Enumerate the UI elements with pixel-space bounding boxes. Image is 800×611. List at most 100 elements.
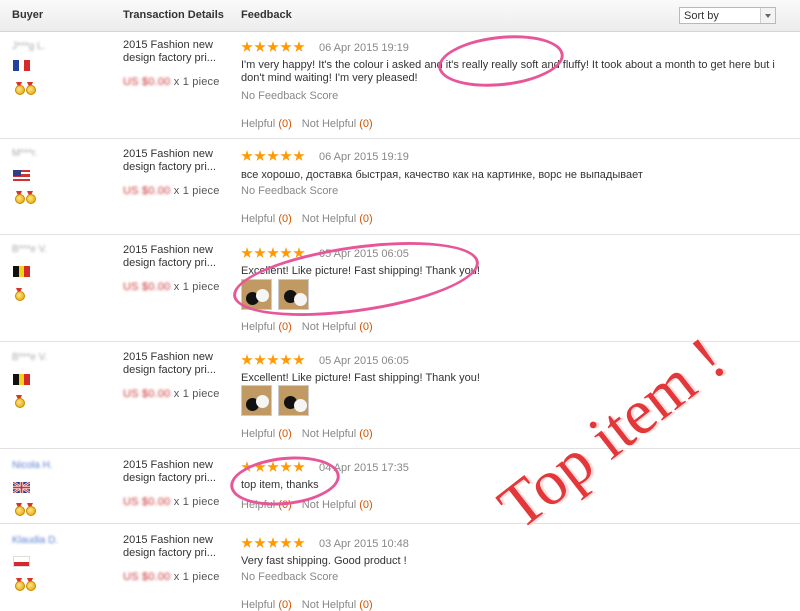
- rating-stars: [241, 41, 305, 53]
- no-feedback-score: No Feedback Score: [241, 185, 339, 197]
- feedback-photo[interactable]: [278, 385, 309, 416]
- feedback-date: 04 Apr 2015 17:35: [319, 462, 409, 474]
- chevron-down-icon[interactable]: [760, 8, 775, 23]
- sort-by-select[interactable]: Sort by: [679, 7, 776, 24]
- not-helpful-link[interactable]: Not Helpful: [302, 499, 356, 511]
- helpful-link[interactable]: Helpful: [241, 428, 275, 440]
- feedback-text: Excellent! Like picture! Fast shipping! …: [241, 265, 480, 277]
- star-icon: [267, 354, 279, 365]
- feedback-column-header: Feedback: [241, 9, 292, 21]
- helpful-link[interactable]: Helpful: [241, 499, 275, 511]
- product-link[interactable]: 2015 Fashion new design factory pri...: [123, 148, 223, 174]
- belgium-flag-icon: [13, 266, 30, 277]
- star-icon: [254, 150, 266, 161]
- helpful-votes: Helpful (0) Not Helpful (0): [241, 118, 373, 130]
- feedback-photo[interactable]: [278, 279, 309, 310]
- rating-stars: [241, 461, 305, 473]
- buyer-medals: [14, 578, 36, 591]
- star-icon: [241, 461, 253, 472]
- star-icon: [241, 247, 253, 258]
- helpful-votes: Helpful (0) Not Helpful (0): [241, 599, 373, 611]
- buyer-name[interactable]: Nicola H.: [12, 460, 53, 471]
- medal-icon: [14, 288, 25, 301]
- buyer-name: B***e V.: [12, 352, 48, 363]
- buyer-column-header: Buyer: [12, 9, 44, 21]
- poland-flag-icon: [13, 556, 30, 567]
- uk-flag-icon: [13, 482, 30, 493]
- star-icon: [267, 150, 279, 161]
- helpful-link[interactable]: Helpful: [241, 213, 275, 225]
- not-helpful-link[interactable]: Not Helpful: [302, 428, 356, 440]
- order-price: US $0.00 x 1 piece: [123, 185, 220, 197]
- star-icon: [293, 150, 305, 161]
- feedback-row: J***g L. 2015 Fashion new design factory…: [0, 33, 800, 139]
- sort-by-label: Sort by: [684, 10, 719, 22]
- star-icon: [280, 41, 292, 52]
- medal-icon: [14, 191, 25, 204]
- feedback-text: все хорошо, доставка быстрая, качество к…: [241, 169, 643, 181]
- france-flag-icon: [13, 60, 30, 71]
- star-icon: [267, 537, 279, 548]
- order-price: US $0.00 x 1 piece: [123, 281, 220, 293]
- star-icon: [254, 354, 266, 365]
- star-icon: [241, 354, 253, 365]
- buyer-name: M***r.: [12, 148, 38, 159]
- helpful-votes: Helpful (0) Not Helpful (0): [241, 213, 373, 225]
- feedback-table-header: Buyer Transaction Details Feedback Sort …: [0, 0, 800, 32]
- not-helpful-link[interactable]: Not Helpful: [302, 118, 356, 130]
- buyer-name: J***g L.: [12, 41, 46, 52]
- star-icon: [280, 354, 292, 365]
- helpful-link[interactable]: Helpful: [241, 599, 275, 611]
- transaction-column-header: Transaction Details: [123, 9, 224, 21]
- star-icon: [267, 461, 279, 472]
- helpful-link[interactable]: Helpful: [241, 118, 275, 130]
- buyer-name[interactable]: Klaudia D.: [12, 535, 58, 546]
- product-link[interactable]: 2015 Fashion new design factory pri...: [123, 244, 223, 270]
- star-icon: [254, 537, 266, 548]
- helpful-link[interactable]: Helpful: [241, 321, 275, 333]
- usa-flag-icon: [13, 170, 30, 181]
- star-icon: [254, 461, 266, 472]
- feedback-text: Excellent! Like picture! Fast shipping! …: [241, 372, 480, 384]
- rating-stars: [241, 354, 305, 366]
- star-icon: [254, 247, 266, 258]
- feedback-row: Klaudia D. 2015 Fashion new design facto…: [0, 524, 800, 611]
- belgium-flag-icon: [13, 374, 30, 385]
- product-link[interactable]: 2015 Fashion new design factory pri...: [123, 351, 223, 377]
- not-helpful-link[interactable]: Not Helpful: [302, 599, 356, 611]
- star-icon: [280, 150, 292, 161]
- order-price: US $0.00 x 1 piece: [123, 388, 220, 400]
- helpful-votes: Helpful (0) Not Helpful (0): [241, 499, 373, 511]
- feedback-date: 05 Apr 2015 06:05: [319, 248, 409, 260]
- buyer-medals: [14, 503, 36, 516]
- feedback-photo[interactable]: [241, 385, 272, 416]
- medal-icon: [14, 578, 25, 591]
- star-icon: [254, 41, 266, 52]
- star-icon: [267, 41, 279, 52]
- helpful-votes: Helpful (0) Not Helpful (0): [241, 321, 373, 333]
- buyer-name: B***e V.: [12, 244, 48, 255]
- rating-stars: [241, 537, 305, 549]
- product-link[interactable]: 2015 Fashion new design factory pri...: [123, 534, 223, 560]
- star-icon: [280, 461, 292, 472]
- order-price: US $0.00 x 1 piece: [123, 496, 220, 508]
- star-icon: [241, 41, 253, 52]
- not-helpful-link[interactable]: Not Helpful: [302, 213, 356, 225]
- product-link[interactable]: 2015 Fashion new design factory pri...: [123, 459, 223, 485]
- feedback-date: 03 Apr 2015 10:48: [319, 538, 409, 550]
- feedback-date: 06 Apr 2015 19:19: [319, 151, 409, 163]
- not-helpful-link[interactable]: Not Helpful: [302, 321, 356, 333]
- medal-icon: [25, 82, 36, 95]
- star-icon: [241, 537, 253, 548]
- feedback-photo[interactable]: [241, 279, 272, 310]
- buyer-medals: [14, 395, 25, 408]
- feedback-row: B***e V. 2015 Fashion new design factory…: [0, 235, 800, 342]
- feedback-text: I'm very happy! It's the colour i asked …: [241, 59, 775, 84]
- buyer-medals: [14, 82, 36, 95]
- buyer-medals: [14, 288, 25, 301]
- star-icon: [293, 461, 305, 472]
- product-link[interactable]: 2015 Fashion new design factory pri...: [123, 39, 223, 65]
- medal-icon: [25, 503, 36, 516]
- star-icon: [280, 537, 292, 548]
- no-feedback-score: No Feedback Score: [241, 571, 339, 583]
